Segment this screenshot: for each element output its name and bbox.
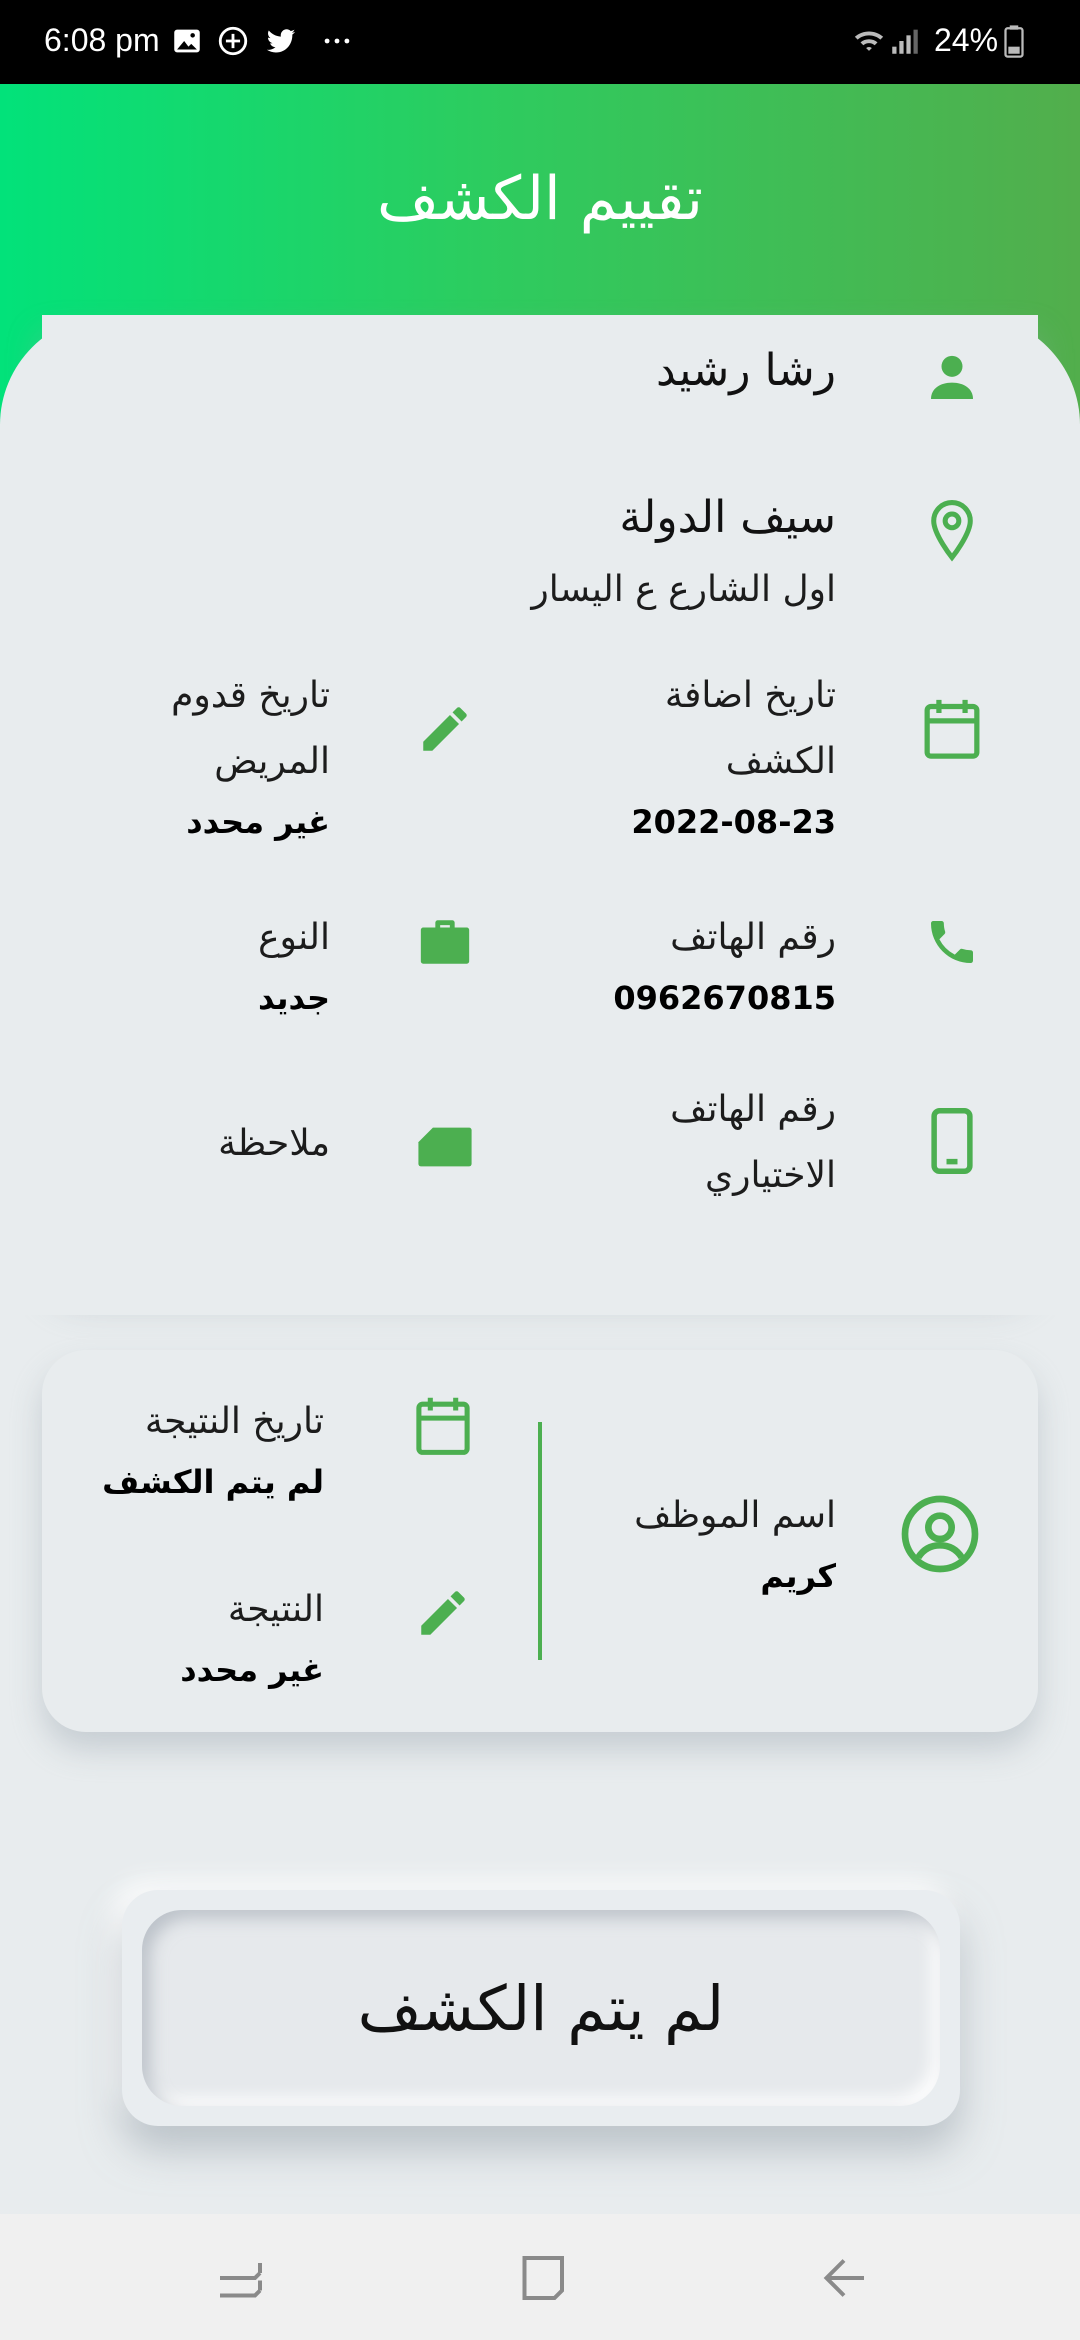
account-circle-icon	[901, 1495, 979, 1573]
status-time: 6:08 pm	[44, 22, 160, 58]
page-title: تقييم الكشف	[377, 164, 703, 234]
home-icon[interactable]	[512, 2248, 572, 2308]
result-date-value: لم يتم الكشف	[102, 1463, 324, 1501]
note-label: ملاحظة	[218, 1123, 330, 1164]
result-label: النتيجة	[227, 1589, 324, 1630]
note-icon	[418, 1127, 472, 1167]
person-icon	[931, 355, 973, 399]
gallery-icon	[174, 29, 200, 53]
twitter-icon	[266, 29, 296, 53]
mobile-phone-icon	[931, 1108, 973, 1174]
back-icon[interactable]	[814, 2248, 874, 2308]
edit-pencil-icon[interactable]	[416, 700, 474, 758]
battery-icon	[1004, 25, 1024, 58]
wifi-icon	[854, 31, 884, 51]
type-label: النوع	[258, 917, 330, 958]
signal-icon	[892, 29, 918, 54]
exam-status-button[interactable]: لم يتم الكشف	[142, 1910, 940, 2106]
employee-label: اسم الموظف	[634, 1495, 836, 1536]
patient-address: اول الشارع ع اليسار	[531, 569, 836, 610]
phone-icon	[931, 921, 973, 963]
status-bar: 6:08 pm 24%	[0, 0, 1080, 84]
added-date-label-line1: تاريخ اضافة	[664, 675, 836, 716]
added-date-value: 2022-08-23	[631, 803, 836, 841]
recent-apps-icon[interactable]	[210, 2248, 270, 2308]
navigation-bar	[0, 2214, 1080, 2340]
result-edit-pencil-icon[interactable]	[414, 1584, 472, 1642]
calendar-icon	[924, 699, 980, 759]
alt-phone-label-line2: الاختياري	[704, 1155, 836, 1196]
phone-label: رقم الهاتف	[670, 917, 836, 958]
employee-value: كريم	[760, 1557, 836, 1595]
added-date-label-line2: الكشف	[725, 741, 836, 782]
alt-phone-label-line1: رقم الهاتف	[670, 1089, 836, 1130]
result-value: غير محدد	[180, 1651, 324, 1689]
patient-name: رشا رشيد	[656, 345, 836, 396]
location-pin-icon	[931, 500, 973, 562]
type-value: جديد	[257, 979, 330, 1017]
phone-value: 0962670815	[613, 979, 836, 1017]
result-date-label: تاريخ النتيجة	[144, 1401, 324, 1442]
arrival-date-label-line2: المريض	[214, 741, 330, 782]
battery-percent: 24%	[934, 22, 999, 58]
result-calendar-icon	[416, 1397, 470, 1455]
more-dots-icon	[324, 38, 350, 44]
plus-circle-icon	[218, 26, 248, 56]
briefcase-icon	[420, 920, 470, 964]
arrival-date-value: غير محدد	[186, 803, 330, 841]
patient-city: سيف الدولة	[619, 492, 836, 543]
arrival-date-label-line1: تاريخ قدوم	[171, 675, 330, 716]
